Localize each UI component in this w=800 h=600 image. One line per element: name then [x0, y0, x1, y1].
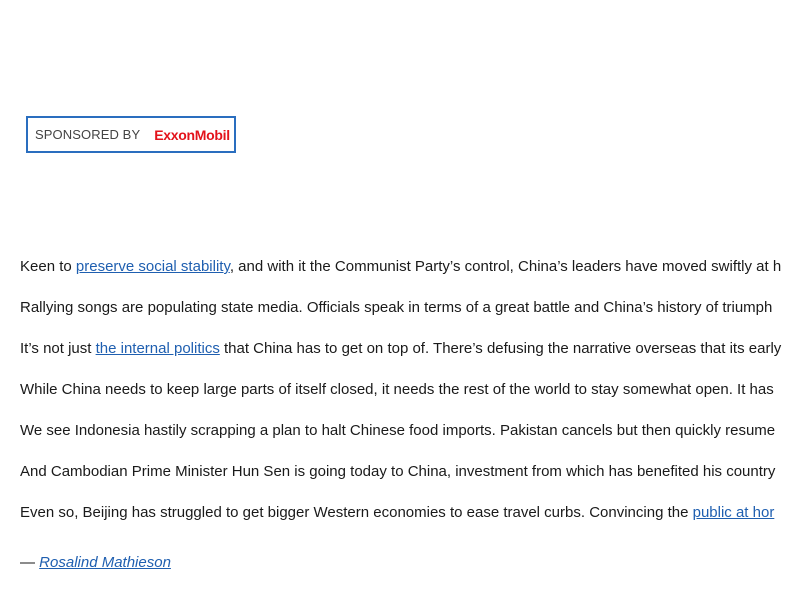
- paragraph-5: We see Indonesia hastily scrapping a pla…: [20, 421, 800, 462]
- paragraph-5-text: We see Indonesia hastily scrapping a pla…: [20, 422, 776, 439]
- author-link[interactable]: Rosalind Mathieson: [39, 554, 171, 571]
- paragraph-6-text: And Cambodian Prime Minister Hun Sen is …: [20, 463, 776, 480]
- sponsor-label: SPONSORED BY: [35, 127, 141, 142]
- link-internal-politics[interactable]: the internal politics: [96, 340, 220, 357]
- exxonmobil-logo: ExxonMobil: [154, 126, 230, 143]
- paragraph-3-text-end: that China has to get on top of. There’s…: [219, 340, 782, 357]
- paragraph-3-text-start: It’s not just: [20, 340, 96, 357]
- paragraph-1: Keen to preserve social stability, and w…: [20, 257, 800, 298]
- paragraph-1-text-end: , and with it the Communist Party’s cont…: [229, 258, 782, 275]
- paragraph-3: It’s not just the internal politics that…: [20, 339, 800, 380]
- paragraph-2-text: Rallying songs are populating state medi…: [20, 299, 773, 316]
- byline: — Rosalind Mathieson: [20, 553, 800, 573]
- paragraph-6: And Cambodian Prime Minister Hun Sen is …: [20, 462, 800, 503]
- link-preserve-social-stability[interactable]: preserve social stability: [76, 258, 230, 275]
- paragraph-1-text-start: Keen to: [20, 258, 76, 275]
- paragraph-7-text-start: Even so, Beijing has struggled to get bi…: [20, 504, 693, 521]
- paragraph-4-text: While China needs to keep large parts of…: [20, 381, 774, 398]
- article-body: Keen to preserve social stability, and w…: [20, 257, 800, 573]
- byline-dash: —: [20, 554, 40, 571]
- link-public-at-home[interactable]: public at hor: [693, 504, 775, 521]
- sponsor-banner[interactable]: SPONSORED BY ExxonMobil: [26, 116, 236, 153]
- paragraph-2: Rallying songs are populating state medi…: [20, 298, 800, 339]
- paragraph-7: Even so, Beijing has struggled to get bi…: [20, 503, 800, 544]
- paragraph-4: While China needs to keep large parts of…: [20, 380, 800, 421]
- article-page: SPONSORED BY ExxonMobil Keen to preserve…: [0, 0, 800, 600]
